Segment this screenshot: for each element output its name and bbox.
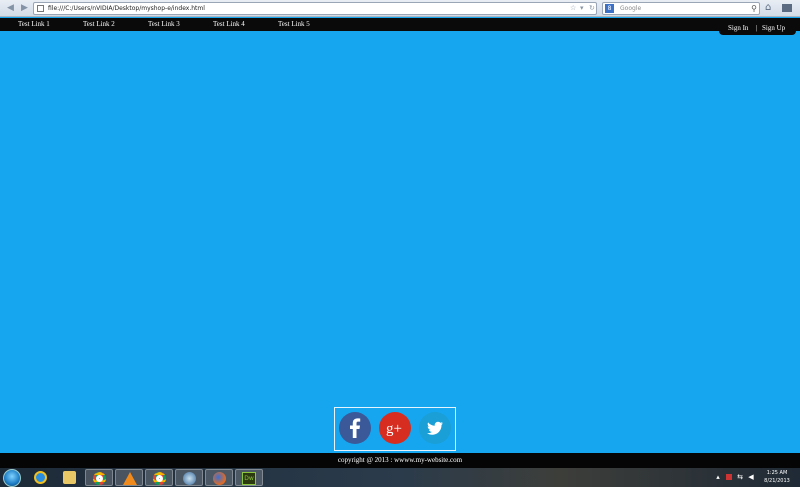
auth-box: Sign In | Sign Up — [719, 18, 796, 35]
svg-text:g+: g+ — [386, 421, 402, 437]
sign-in-link[interactable]: Sign In — [728, 24, 748, 33]
internet-explorer-icon[interactable] — [27, 469, 55, 486]
google-plus-icon[interactable]: g+ — [379, 412, 411, 444]
footer: copyright @ 2013 : wwww.my-website.com — [0, 453, 800, 468]
home-icon[interactable]: ⌂ — [765, 2, 771, 14]
address-bar[interactable]: file:///C:/Users/nVIDIA/Desktop/myshop-e… — [33, 2, 597, 15]
chrome-icon-2[interactable] — [145, 469, 173, 486]
nav-link-5[interactable]: Test Link 5 — [278, 18, 310, 31]
clock[interactable]: 1:25 AM 8/21/2013 — [760, 469, 794, 485]
show-hidden-icons-icon[interactable]: ▴ — [714, 473, 722, 481]
network-app-icon[interactable] — [175, 469, 203, 486]
reload-icon[interactable]: ↻ — [589, 3, 595, 14]
search-engine-icon[interactable]: 8 — [605, 4, 614, 13]
dreamweaver-icon[interactable]: Dw — [235, 469, 263, 486]
firefox-icon[interactable] — [205, 469, 233, 486]
search-box[interactable]: 8 Google ⚲ — [602, 2, 760, 15]
copyright-text: copyright @ 2013 : wwww.my-website.com — [337, 456, 463, 464]
bookmark-star-icon[interactable]: ☆ — [570, 3, 576, 14]
windows-explorer-icon[interactable] — [56, 469, 84, 486]
site-nav: Test Link 1 Test Link 2 Test Link 3 Test… — [0, 18, 800, 31]
twitter-icon[interactable] — [419, 412, 451, 444]
taskbar: Dw ▴ ⇆ ◀ 1:25 AM 8/21/2013 — [0, 468, 800, 487]
history-dropdown-icon[interactable]: ▾ — [580, 3, 584, 14]
nav-link-3[interactable]: Test Link 3 — [148, 18, 180, 31]
search-input[interactable]: Google — [620, 3, 641, 14]
dreamweaver-label: Dw — [242, 472, 256, 485]
start-button-icon[interactable] — [3, 469, 21, 487]
browser-toolbar: ◀ ▶ file:///C:/Users/nVIDIA/Desktop/mysh… — [0, 0, 800, 17]
social-links: g+ — [334, 407, 456, 451]
clock-time: 1:25 AM — [766, 470, 788, 476]
facebook-icon[interactable] — [339, 412, 371, 444]
forward-icon[interactable]: ▶ — [19, 3, 30, 14]
action-center-icon[interactable] — [726, 474, 732, 480]
volume-icon[interactable]: ◀ — [747, 473, 755, 481]
network-icon[interactable]: ⇆ — [736, 473, 744, 481]
page-icon — [37, 5, 44, 12]
clock-date: 8/21/2013 — [764, 478, 790, 484]
auth-separator: | — [756, 24, 758, 32]
nav-link-4[interactable]: Test Link 4 — [213, 18, 245, 31]
url-text: file:///C:/Users/nVIDIA/Desktop/myshop-e… — [48, 5, 205, 12]
menu-icon[interactable] — [782, 4, 792, 12]
nav-link-1[interactable]: Test Link 1 — [18, 18, 50, 31]
vlc-icon[interactable] — [115, 469, 143, 486]
sign-up-link[interactable]: Sign Up — [762, 24, 785, 33]
chrome-icon[interactable] — [85, 469, 113, 486]
search-icon[interactable]: ⚲ — [751, 3, 757, 14]
back-icon[interactable]: ◀ — [5, 3, 16, 14]
nav-link-2[interactable]: Test Link 2 — [83, 18, 115, 31]
